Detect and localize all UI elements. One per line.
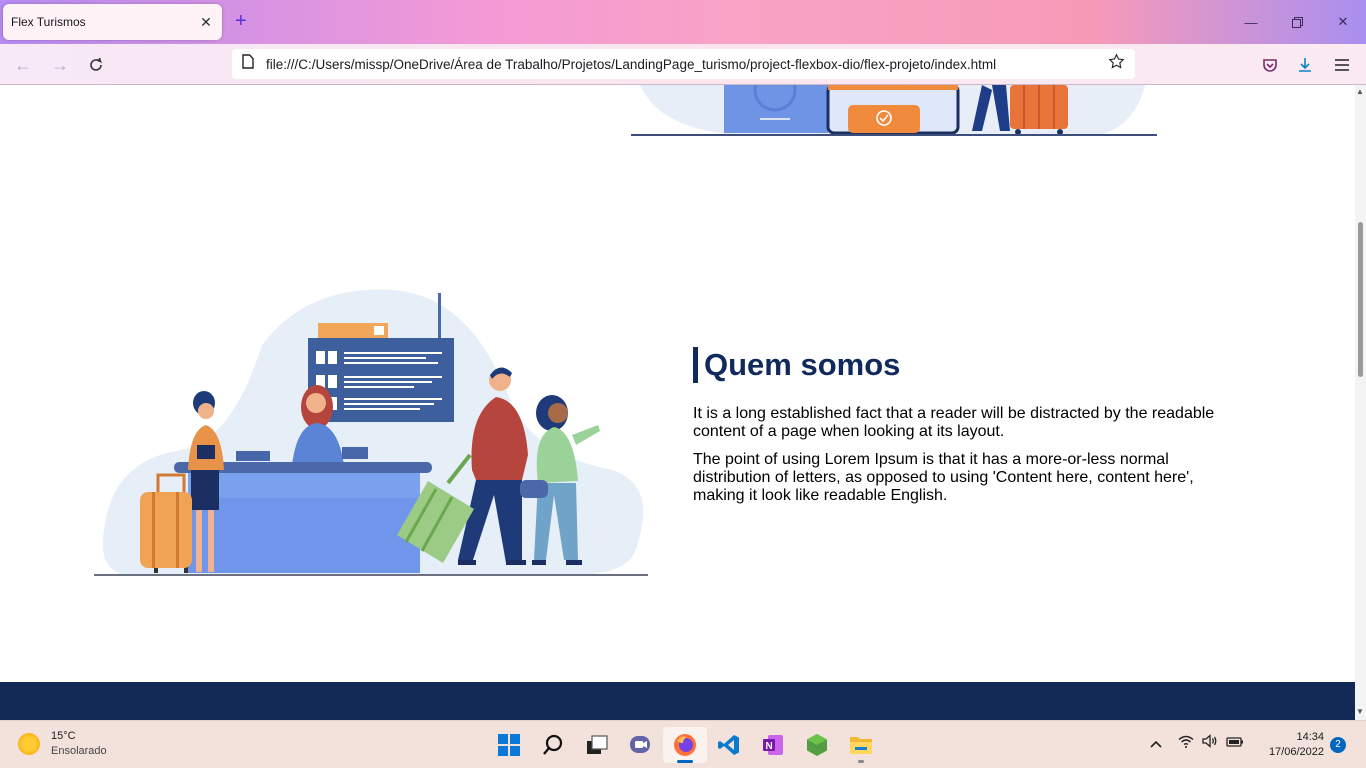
menu-icon[interactable] — [1330, 53, 1354, 77]
bookmark-star-icon[interactable] — [1108, 53, 1125, 75]
taskbar-apps: N — [487, 727, 883, 763]
svg-text:N: N — [766, 741, 773, 752]
close-tab-icon[interactable]: ✕ — [198, 14, 214, 31]
sun-icon — [18, 733, 40, 755]
url-text[interactable]: file:///C:/Users/missp/OneDrive/Área de … — [266, 57, 1108, 72]
restore-icon[interactable] — [1274, 0, 1320, 44]
task-view-icon[interactable] — [575, 727, 619, 763]
weather-description: Ensolarado — [51, 745, 107, 757]
paragraph-2: The point of using Lorem Ipsum is that i… — [693, 451, 1194, 504]
page-scrollbar[interactable]: ▲ ▼ — [1355, 85, 1366, 720]
notification-badge[interactable]: 2 — [1330, 737, 1346, 753]
close-window-icon[interactable]: ✕ — [1320, 0, 1366, 44]
window-controls: — ✕ — [1228, 0, 1366, 44]
file-explorer-icon[interactable] — [839, 727, 883, 763]
scroll-thumb[interactable] — [1358, 222, 1363, 377]
teams-chat-icon[interactable] — [619, 727, 663, 763]
address-bar[interactable]: file:///C:/Users/missp/OneDrive/Área de … — [232, 49, 1135, 79]
web-page: Quem somos It is a long established fact… — [0, 85, 1355, 720]
battery-icon[interactable] — [1226, 735, 1244, 751]
search-icon[interactable] — [531, 727, 575, 763]
downloads-icon[interactable] — [1293, 53, 1317, 77]
vscode-icon[interactable] — [707, 727, 751, 763]
clock-date: 17/06/2022 — [1268, 746, 1324, 758]
active-indicator — [677, 760, 693, 763]
forward-icon[interactable]: → — [48, 53, 72, 77]
clock-time: 14:34 — [1296, 731, 1324, 743]
weather-temperature: 15°C — [51, 730, 76, 742]
system-clock[interactable]: 14:34 17/06/2022 — [1258, 730, 1324, 760]
browser-navbar: ← → file:///C:/Users/missp/OneDrive/Área… — [0, 44, 1366, 85]
new-tab-icon[interactable]: + — [235, 11, 247, 31]
windows-taskbar: 15°C Ensolarado N 14:34 17/06/2022 2 — [0, 720, 1366, 768]
reload-icon[interactable] — [84, 53, 108, 77]
onenote-icon[interactable]: N — [751, 727, 795, 763]
wifi-icon[interactable] — [1178, 735, 1194, 751]
system-tray — [1150, 734, 1244, 751]
airport-checkin-illustration — [94, 289, 648, 576]
pocket-icon[interactable] — [1258, 53, 1282, 77]
running-indicator — [858, 760, 864, 763]
nodejs-icon[interactable] — [795, 727, 839, 763]
windows-start-icon[interactable] — [487, 727, 531, 763]
paragraph-1: It is a long established fact that a rea… — [693, 405, 1215, 440]
section-heading-wrapper: Quem somos — [693, 347, 900, 383]
firefox-icon[interactable] — [663, 727, 707, 763]
tab-title: Flex Turismos — [11, 15, 86, 29]
page-footer — [0, 682, 1355, 720]
section-heading: Quem somos — [704, 347, 901, 382]
chevron-up-icon[interactable] — [1150, 735, 1162, 751]
scroll-up-icon[interactable]: ▲ — [1356, 87, 1364, 96]
page-document-icon — [242, 54, 254, 74]
weather-widget[interactable]: 15°C Ensolarado — [18, 729, 107, 759]
top-travel-illustration — [631, 85, 1157, 136]
minimize-icon[interactable]: — — [1228, 0, 1274, 44]
back-icon[interactable]: ← — [11, 53, 35, 77]
tab-flex-turismos[interactable]: Flex Turismos ✕ — [3, 4, 222, 40]
volume-icon[interactable] — [1202, 734, 1218, 751]
scroll-down-icon[interactable]: ▼ — [1356, 707, 1364, 716]
browser-titlebar: Flex Turismos ✕ + — ✕ — [0, 0, 1366, 44]
